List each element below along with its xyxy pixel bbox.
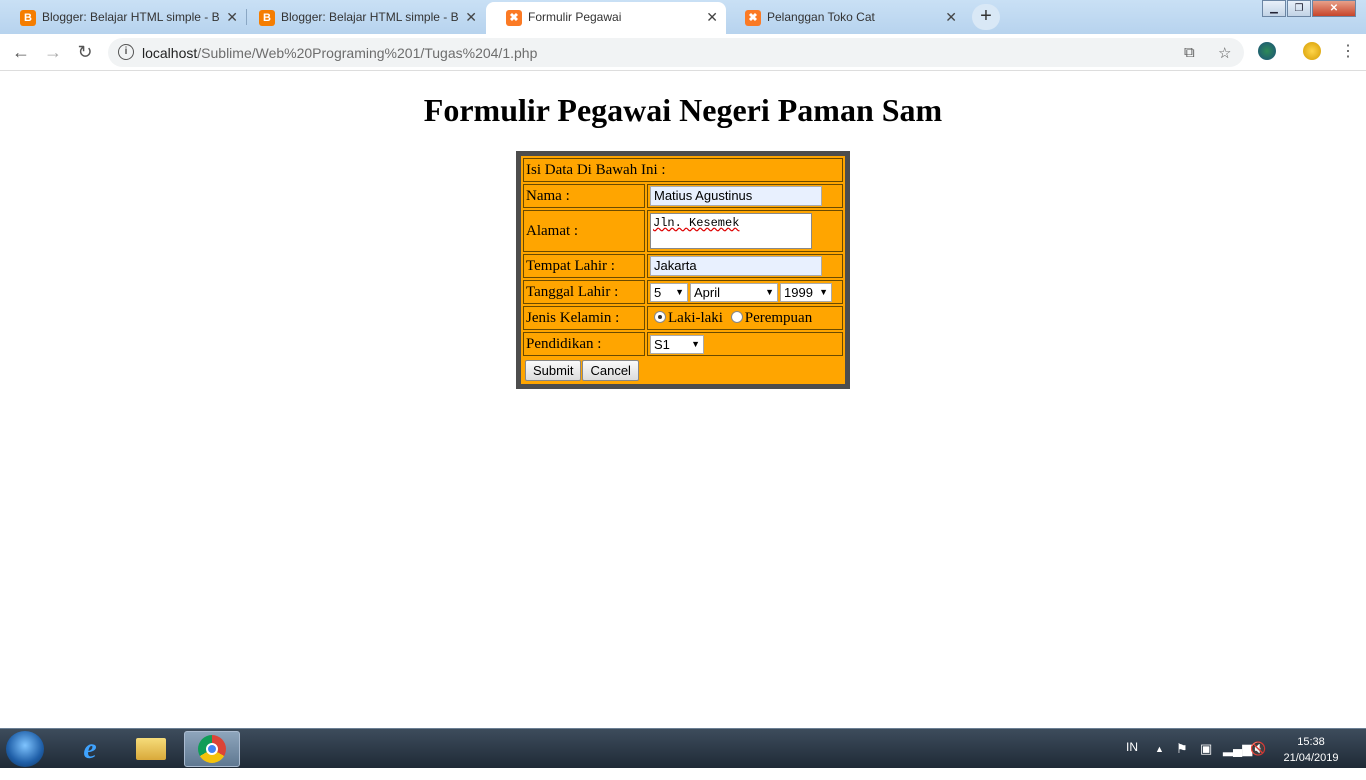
alamat-label: Alamat : (523, 210, 645, 252)
dropdown-arrow-icon: ▼ (765, 286, 774, 297)
tab-formulir-pegawai[interactable]: ✖ Formulir Pegawai ✕ (486, 2, 726, 34)
tab-title: Formulir Pegawai (528, 10, 622, 24)
start-button[interactable] (6, 731, 44, 767)
submit-button[interactable]: Submit (525, 360, 582, 381)
tanggal-lahir-label: Tanggal Lahir : (523, 280, 645, 304)
close-tab-icon[interactable]: ✕ (706, 2, 718, 32)
radio-laki-laki[interactable] (654, 310, 666, 323)
dropdown-arrow-icon: ▼ (675, 286, 684, 297)
month-select[interactable]: April ▼ (690, 282, 778, 302)
folder-icon (136, 738, 166, 760)
close-tab-icon[interactable]: ✕ (465, 2, 477, 32)
chrome-icon (198, 735, 226, 763)
blogger-icon: B (259, 10, 275, 26)
nama-label: Nama : (523, 184, 645, 208)
radio-perempuan[interactable] (730, 310, 743, 323)
system-clock[interactable]: 15:38 21/04/2019 (1272, 734, 1350, 766)
tab-title: Blogger: Belajar HTML simple - B (281, 10, 459, 24)
extension-globe-icon[interactable] (1258, 42, 1276, 60)
language-indicator[interactable]: IN (1126, 740, 1138, 780)
browser-tab-strip: B Blogger: Belajar HTML simple - B ✕ B B… (0, 0, 1366, 34)
perempuan-label: Perempuan (744, 309, 813, 326)
laki-laki-label: Laki-laki (668, 309, 723, 326)
cancel-button[interactable]: Cancel (582, 360, 639, 381)
internet-explorer-icon: e (83, 732, 97, 765)
close-tab-icon[interactable]: ✕ (945, 2, 957, 32)
back-icon[interactable]: ← (9, 40, 33, 64)
url-text[interactable]: localhost/Sublime/Web%20Programing%201/T… (142, 45, 537, 61)
jenis-kelamin-label: Jenis Kelamin : (523, 306, 645, 330)
minimize-button[interactable]: ▁ (1262, 0, 1286, 17)
dropdown-arrow-icon: ▼ (691, 338, 700, 349)
pendidikan-select[interactable]: S1 ▼ (650, 334, 704, 354)
tempat-lahir-input[interactable]: Jakarta (650, 256, 822, 276)
clock-date: 21/04/2019 (1283, 752, 1339, 764)
nama-input[interactable]: Matius Agustinus (650, 186, 822, 206)
restore-button[interactable]: ❐ (1287, 0, 1311, 17)
translate-icon[interactable]: ⧉ (1184, 44, 1195, 61)
employee-form: Isi Data Di Bawah Ini : Nama : Matius Ag… (516, 151, 850, 389)
form-header: Isi Data Di Bawah Ini : (523, 158, 843, 182)
window-controls: ▁ ❐ ✕ (1261, 0, 1356, 18)
year-select[interactable]: 1999 ▼ (780, 282, 832, 302)
close-window-button[interactable]: ✕ (1312, 0, 1356, 17)
month-value: April (694, 284, 721, 300)
pendidikan-label: Pendidikan : (523, 332, 645, 356)
close-tab-icon[interactable]: ✕ (226, 2, 238, 32)
file-explorer-taskbar-button[interactable] (123, 731, 179, 767)
tab-blogger-1[interactable]: B Blogger: Belajar HTML simple - B ✕ (0, 2, 246, 34)
day-value: 5 (654, 284, 662, 300)
site-info-icon[interactable]: i (118, 44, 134, 60)
new-tab-button[interactable]: + (972, 4, 1000, 30)
forward-icon[interactable]: → (41, 40, 65, 64)
blogger-icon: B (20, 10, 36, 26)
tab-blogger-2[interactable]: B Blogger: Belajar HTML simple - B ✕ (239, 2, 485, 34)
dropdown-arrow-icon: ▼ (819, 286, 828, 297)
year-value: 1999 (784, 284, 813, 300)
action-center-flag-icon[interactable]: ⚑ (1176, 741, 1188, 757)
browser-toolbar: ← → ↻ i localhost/Sublime/Web%20Programi… (0, 34, 1366, 71)
tab-pelanggan-toko-cat[interactable]: ✖ Pelanggan Toko Cat ✕ (725, 2, 965, 34)
xampp-icon: ✖ (506, 10, 522, 26)
address-bar[interactable]: i localhost/Sublime/Web%20Programing%201… (108, 38, 1244, 67)
clock-time: 15:38 (1297, 736, 1325, 748)
network-signal-icon[interactable]: ▂▄▆ (1223, 741, 1252, 757)
extension-icon[interactable] (1303, 42, 1321, 60)
xampp-icon: ✖ (745, 10, 761, 26)
alamat-textarea[interactable]: Jln. Kesemek (650, 213, 812, 249)
menu-kebab-icon[interactable]: ⋮ (1336, 40, 1360, 64)
chrome-taskbar-button[interactable] (184, 731, 240, 767)
alamat-value: Jln. Kesemek (653, 216, 740, 230)
page-title: Formulir Pegawai Negeri Paman Sam (423, 92, 943, 128)
day-select[interactable]: 5 ▼ (650, 282, 688, 302)
tempat-lahir-label: Tempat Lahir : (523, 254, 645, 278)
internet-explorer-taskbar-button[interactable]: e (62, 731, 118, 767)
pendidikan-value: S1 (654, 336, 670, 352)
reload-icon[interactable]: ↻ (73, 40, 97, 64)
show-hidden-icons-icon[interactable]: ▲ (1155, 744, 1164, 754)
bookmark-star-icon[interactable]: ☆ (1218, 44, 1231, 62)
volume-muted-icon[interactable]: 🔇 (1250, 741, 1266, 757)
device-icon[interactable]: ▣ (1200, 741, 1212, 757)
windows-taskbar: e IN ▲ ⚑ ▣ ▂▄▆ 🔇 15:38 21/04/2019 (0, 728, 1366, 768)
tab-title: Blogger: Belajar HTML simple - B (42, 10, 220, 24)
tab-title: Pelanggan Toko Cat (767, 10, 875, 24)
